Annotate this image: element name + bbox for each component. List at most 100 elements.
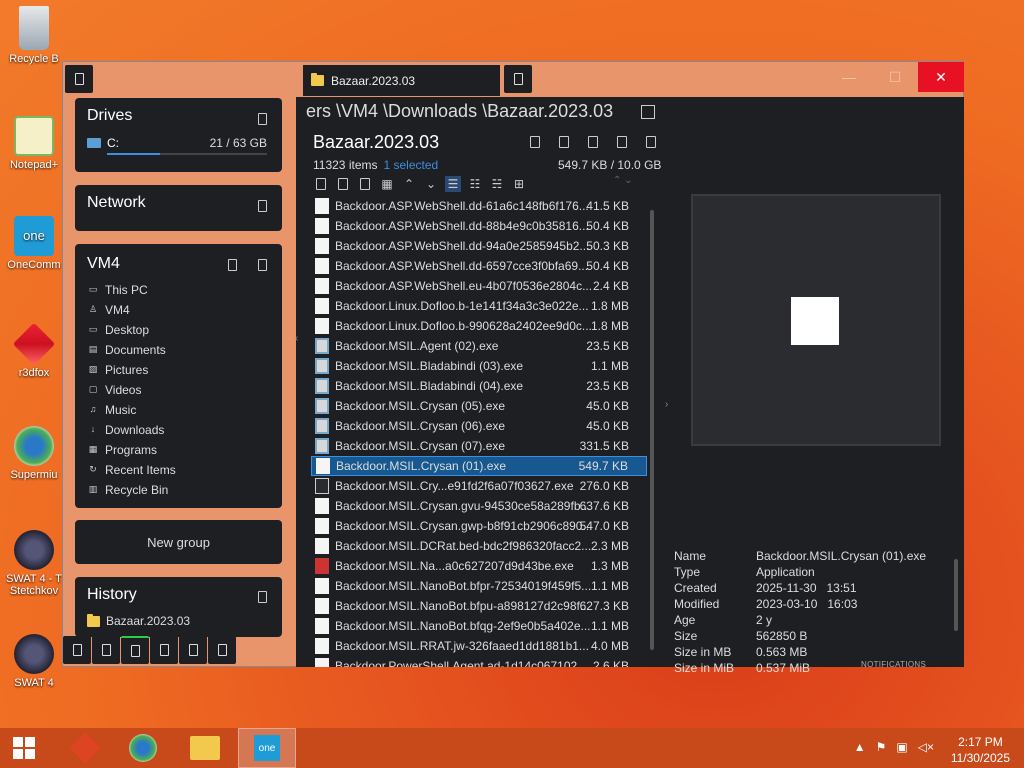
start-button[interactable] <box>0 728 48 768</box>
flag-icon[interactable]: ⚑ <box>876 740 887 754</box>
desktop-icon-supermium[interactable]: Supermiu <box>4 426 64 481</box>
breadcrumb[interactable]: ers \VM4 \Downloads \Bazaar.2023.03 <box>296 101 636 125</box>
sidebar-item-recent-items[interactable]: ↻ Recent Items <box>87 460 175 480</box>
volume-icon[interactable]: ◁× <box>918 740 934 754</box>
strip-button-6[interactable] <box>208 636 236 664</box>
pane-action-button-5[interactable] <box>643 134 659 150</box>
taskbar-supermium[interactable] <box>114 728 172 768</box>
file-list-scrollbar[interactable] <box>647 196 657 667</box>
system-tray: ▲ ⚑ ▣ ◁× <box>854 740 934 754</box>
properties-scrollbar[interactable] <box>953 549 959 667</box>
file-row[interactable]: Backdoor.MSIL.Cry...e91fd2f6a07f03627.ex… <box>311 476 647 496</box>
details-view-icon[interactable]: ☰ <box>445 176 461 192</box>
sidebar-item-music[interactable]: ♫ Music <box>87 400 137 420</box>
pane-action-button-2[interactable] <box>556 134 572 150</box>
file-row[interactable]: Backdoor.MSIL.Crysan (01).exe 549.7 KB <box>311 456 647 476</box>
file-row[interactable]: Backdoor.MSIL.NanoBot.bfqg-2ef9e0b5a402e… <box>311 616 647 636</box>
file-row[interactable]: Backdoor.ASP.WebShell.dd-88b4e9c0b35816.… <box>311 216 647 236</box>
file-row[interactable]: Backdoor.Linux.Dofloo.b-990628a2402ee9d0… <box>311 316 647 336</box>
paste-button[interactable] <box>357 176 373 192</box>
file-row[interactable]: Backdoor.MSIL.Crysan (06).exe 45.0 KB <box>311 416 647 436</box>
notifications-label[interactable]: NOTIFICATIONS <box>861 660 926 669</box>
pane-right-arrow-icon[interactable]: › <box>665 399 668 410</box>
file-row[interactable]: Backdoor.MSIL.Bladabindi (03).exe 1.1 MB <box>311 356 647 376</box>
vm4-panel-menu-button[interactable] <box>255 258 269 272</box>
sidebar-toggle-button[interactable] <box>65 65 93 93</box>
sidebar-item-desktop[interactable]: ▭ Desktop <box>87 320 149 340</box>
sidebar-item-documents[interactable]: ▤ Documents <box>87 340 166 360</box>
taskbar-onecomm[interactable]: one <box>238 728 296 768</box>
copy-button[interactable] <box>335 176 351 192</box>
pane-left-arrow-icon[interactable]: ‹ <box>295 333 298 344</box>
list-view-icon[interactable]: ☷ <box>467 176 483 192</box>
file-row[interactable]: Backdoor.MSIL.DCRat.bed-bdc2f986320facc2… <box>311 536 647 556</box>
strip-button-1[interactable] <box>63 636 91 664</box>
new-tab-button[interactable] <box>504 65 532 93</box>
calendar-icon[interactable]: ▦ <box>379 176 395 192</box>
pane-action-button-3[interactable] <box>585 134 601 150</box>
file-row[interactable]: Backdoor.MSIL.Agent (02).exe 23.5 KB <box>311 336 647 356</box>
strip-button-2[interactable] <box>92 636 120 664</box>
clock[interactable]: 2:17 PM 11/30/2025 <box>951 734 1010 766</box>
sidebar-item-videos[interactable]: ▢ Videos <box>87 380 142 400</box>
new-group-label: New group <box>147 534 210 550</box>
column-view-icon[interactable] <box>641 105 655 119</box>
bottom-button-strip <box>63 636 237 664</box>
file-row[interactable]: Backdoor.ASP.WebShell.dd-61a6c148fb6f176… <box>311 196 647 216</box>
file-row[interactable]: Backdoor.MSIL.Bladabindi (04).exe 23.5 KB <box>311 376 647 396</box>
collapse-preview-icon[interactable]: ⌃ ⌄ <box>613 175 633 186</box>
desktop-icon-swat4[interactable]: SWAT 4 <box>4 634 64 689</box>
sidebar-item-recycle-bin[interactable]: ▥ Recycle Bin <box>87 480 169 500</box>
file-row[interactable]: Backdoor.MSIL.Crysan.gvu-94530ce58a289fb… <box>311 496 647 516</box>
network-icon[interactable]: ▣ <box>896 740 907 754</box>
new-file-button[interactable] <box>313 176 329 192</box>
file-row[interactable]: Backdoor.MSIL.Crysan (07).exe 331.5 KB <box>311 436 647 456</box>
history-panel-menu-button[interactable] <box>255 590 269 604</box>
desktop-icon-swat4-stetchkov[interactable]: SWAT 4 - T Stetchkov <box>4 530 64 597</box>
sidebar-item-this-pc[interactable]: ▭ This PC <box>87 280 148 300</box>
pane-action-button-1[interactable] <box>527 134 543 150</box>
minimize-button[interactable]: — <box>826 62 872 92</box>
file-size: 637.6 KB <box>579 499 629 513</box>
file-row[interactable]: Backdoor.PowerShell.Agent.ad-1d14c067102… <box>311 656 647 667</box>
file-row[interactable]: Backdoor.ASP.WebShell.dd-94a0e2585945b2.… <box>311 236 647 256</box>
tab-bazaar[interactable]: Bazaar.2023.03 <box>303 65 500 96</box>
file-row[interactable]: Backdoor.Linux.Dofloo.b-1e141f34a3c3e022… <box>311 296 647 316</box>
strip-button-5[interactable] <box>179 636 207 664</box>
file-size: 41.5 KB <box>586 199 629 213</box>
sidebar-item-pictures[interactable]: ▨ Pictures <box>87 360 149 380</box>
show-hidden-icons[interactable]: ▲ <box>854 740 866 754</box>
vm4-panel-collapse-button[interactable] <box>225 258 239 272</box>
tree-view-icon[interactable]: ☵ <box>489 176 505 192</box>
strip-button-3[interactable] <box>121 636 149 664</box>
sort-up-icon[interactable]: ⌃ <box>401 176 417 192</box>
strip-button-4[interactable] <box>150 636 178 664</box>
desktop-icon-r3dfox[interactable]: r3dfox <box>4 322 64 379</box>
file-row[interactable]: Backdoor.MSIL.Crysan (05).exe 45.0 KB <box>311 396 647 416</box>
maximize-button[interactable]: ☐ <box>872 62 918 92</box>
taskbar-file-explorer[interactable] <box>176 728 234 768</box>
sidebar-item-programs[interactable]: ▦ Programs <box>87 440 157 460</box>
file-row[interactable]: Backdoor.MSIL.NanoBot.bfpu-a898127d2c98f… <box>311 596 647 616</box>
desktop-icon-notepad[interactable]: Notepad+ <box>4 116 64 171</box>
drives-panel-menu-button[interactable] <box>255 112 269 126</box>
tiles-view-icon[interactable]: ⊞ <box>511 176 527 192</box>
file-row[interactable]: Backdoor.ASP.WebShell.eu-4b07f0536e2804c… <box>311 276 647 296</box>
file-row[interactable]: Backdoor.MSIL.Crysan.gwp-b8f91cb2906c890… <box>311 516 647 536</box>
drive-c[interactable]: C: 21 / 63 GB <box>87 136 273 158</box>
file-row[interactable]: Backdoor.MSIL.RRAT.jw-326faaed1dd1881b1.… <box>311 636 647 656</box>
close-button[interactable]: ✕ <box>918 62 964 92</box>
sidebar-item-vm4[interactable]: ♙ VM4 <box>87 300 130 320</box>
new-group-button[interactable]: New group <box>75 520 282 564</box>
taskbar-r3dfox[interactable] <box>56 728 114 768</box>
file-row[interactable]: Backdoor.MSIL.Na...a0c627207d9d43be.exe 1… <box>311 556 647 576</box>
pane-action-button-4[interactable] <box>614 134 630 150</box>
history-item[interactable]: Bazaar.2023.03 <box>87 611 190 631</box>
network-panel-menu-button[interactable] <box>255 199 269 213</box>
file-row[interactable]: Backdoor.MSIL.NanoBot.bfpr-72534019f459f… <box>311 576 647 596</box>
desktop-icon-recycle-bin[interactable]: Recycle B <box>4 6 64 65</box>
sort-down-icon[interactable]: ⌄ <box>423 176 439 192</box>
desktop-icon-onecomm[interactable]: one OneComm <box>4 216 64 271</box>
file-row[interactable]: Backdoor.ASP.WebShell.dd-6597cce3f0bfa69… <box>311 256 647 276</box>
sidebar-item-downloads[interactable]: ↓ Downloads <box>87 420 165 440</box>
